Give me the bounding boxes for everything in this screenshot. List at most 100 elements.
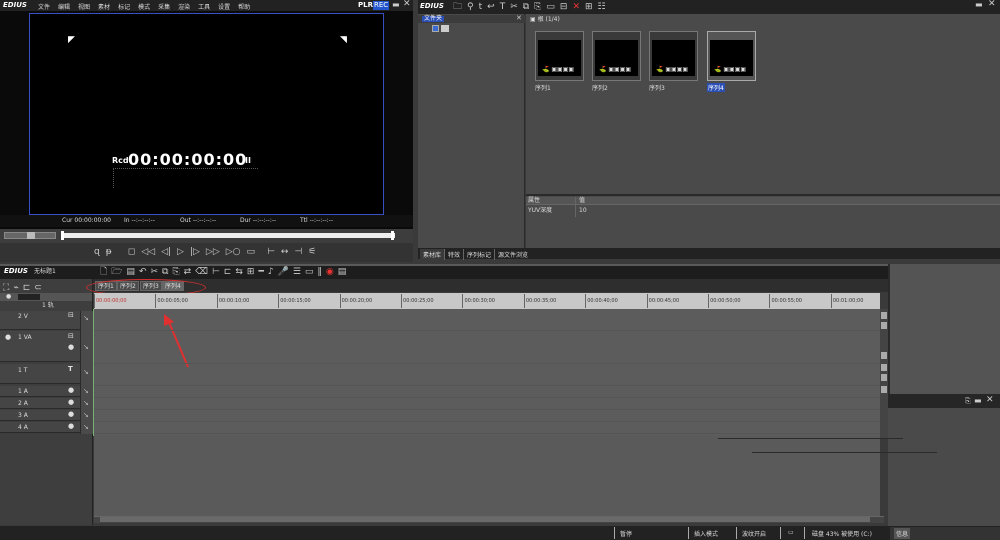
scroll-button-3[interactable] bbox=[881, 352, 887, 359]
rewind-icon[interactable]: ◁◁ bbox=[141, 246, 155, 258]
bin-minimize-icon[interactable]: ▬ bbox=[975, 1, 983, 9]
settings-dropdown-icon[interactable]: ⚟ bbox=[308, 246, 316, 258]
expand-arrow-3a[interactable]: ↘ bbox=[83, 412, 89, 419]
track-row-2a[interactable] bbox=[0, 398, 92, 409]
overwrite-icon[interactable]: ↔ bbox=[281, 246, 289, 258]
split-icon[interactable]: ⊢ bbox=[212, 266, 220, 278]
audio-icon[interactable]: ♪ bbox=[268, 266, 274, 278]
scrub-bar[interactable] bbox=[62, 233, 395, 238]
status-insert-mode[interactable]: 插入模式 bbox=[694, 529, 718, 538]
tab-effects[interactable]: 特效 bbox=[445, 249, 465, 260]
view-icon[interactable]: ☷ bbox=[598, 1, 606, 13]
scroll-button-4[interactable] bbox=[881, 364, 887, 371]
tab-sequence-markers[interactable]: 序列标记 bbox=[464, 249, 496, 260]
audio-3-speaker-icon[interactable]: ● bbox=[68, 411, 74, 418]
va-eye-left-icon[interactable]: ● bbox=[5, 334, 11, 341]
insert-to-timeline-icon[interactable]: ⊢ bbox=[267, 246, 275, 258]
scrub-handle[interactable] bbox=[61, 231, 64, 240]
clip-thumb-2[interactable]: ⛳ ▣▣▣▣ bbox=[592, 31, 641, 81]
scroll-button-6[interactable] bbox=[881, 386, 887, 393]
play-icon[interactable]: ▷ bbox=[177, 246, 184, 258]
track-row-3a[interactable] bbox=[0, 410, 92, 421]
step-forward-icon[interactable]: |▷ bbox=[190, 246, 200, 258]
expand-arrow-4a[interactable]: ↘ bbox=[83, 424, 89, 431]
folder-icon[interactable]: 🗀 bbox=[453, 1, 462, 13]
video-track-icon[interactable]: ⊟ bbox=[68, 312, 74, 319]
track-row-4a[interactable] bbox=[0, 422, 92, 433]
save-project-icon[interactable]: ▤ bbox=[126, 266, 135, 278]
va-track-icon[interactable]: ⊟ bbox=[68, 333, 74, 340]
clip-thumb-4[interactable]: ⛳ ▣▣▣▣ bbox=[707, 31, 756, 81]
copy-tl-icon[interactable]: ⧉ bbox=[162, 266, 168, 278]
title-track-icon[interactable]: T bbox=[68, 366, 73, 373]
audio-4-speaker-icon[interactable]: ● bbox=[68, 423, 74, 430]
output-icon[interactable]: ▭ bbox=[247, 246, 256, 258]
plr-mode-button[interactable]: PLR bbox=[358, 2, 373, 9]
menu-item[interactable]: 文件 bbox=[38, 2, 50, 11]
folder-tree-close-icon[interactable]: ✕ bbox=[516, 15, 522, 22]
cut-icon[interactable]: ✂ bbox=[510, 1, 518, 13]
track-row-2v[interactable] bbox=[0, 311, 92, 330]
expand-arrow-2v[interactable]: ↘ bbox=[83, 315, 89, 322]
mixer-icon[interactable]: ☰ bbox=[293, 266, 301, 278]
step-back-icon[interactable]: ◁| bbox=[161, 246, 171, 258]
cut-tl-icon[interactable]: ✂ bbox=[150, 266, 158, 278]
clip-thumb-3[interactable]: ⛳ ▣▣▣▣ bbox=[649, 31, 698, 81]
scroll-button-2[interactable] bbox=[881, 322, 887, 329]
menu-item[interactable]: 模式 bbox=[138, 2, 150, 11]
up-icon[interactable]: t bbox=[479, 1, 483, 13]
expand-arrow-1va[interactable]: ↘ bbox=[83, 344, 89, 351]
status-ripple[interactable]: 波纹开启 bbox=[742, 529, 766, 538]
menu-item[interactable]: 采集 bbox=[158, 2, 170, 11]
player-icon[interactable]: ▭ bbox=[546, 1, 555, 13]
set-out-icon[interactable]: ᵽ bbox=[106, 246, 112, 258]
track-row-1t[interactable] bbox=[0, 364, 92, 384]
audio-1-speaker-icon[interactable]: ● bbox=[68, 387, 74, 394]
mode-select[interactable] bbox=[18, 294, 40, 300]
shuttle-handle[interactable] bbox=[27, 232, 35, 239]
rec-mode-button[interactable]: REC bbox=[373, 1, 390, 10]
output-menu-icon[interactable]: ▤ bbox=[338, 266, 347, 278]
menu-item[interactable]: 工具 bbox=[198, 2, 210, 11]
fast-forward-icon[interactable]: ▷▷ bbox=[206, 246, 220, 258]
audio-2-speaker-icon[interactable]: ● bbox=[68, 399, 74, 406]
horizontal-scroll-thumb[interactable] bbox=[100, 517, 870, 522]
add-clip-icon[interactable]: ↩ bbox=[487, 1, 495, 13]
palette-minimize-icon[interactable]: ▬ bbox=[974, 397, 982, 405]
info-tab[interactable]: 信息 bbox=[894, 528, 911, 539]
undo-icon[interactable]: ↶ bbox=[139, 266, 147, 278]
menu-item[interactable]: 设置 bbox=[218, 2, 230, 11]
menu-item[interactable]: 标记 bbox=[118, 2, 130, 11]
close-icon[interactable]: ✕ bbox=[403, 0, 411, 9]
expand-arrow-2a[interactable]: ↘ bbox=[83, 400, 89, 407]
copy-icon[interactable]: ⧉ bbox=[523, 1, 529, 13]
mode-eye-icon[interactable]: ● bbox=[6, 294, 11, 300]
menu-item[interactable]: 帮助 bbox=[238, 2, 250, 11]
new-project-icon[interactable]: 🗋 bbox=[100, 266, 107, 278]
set-in-icon[interactable]: ɋ bbox=[94, 246, 100, 258]
mixer-sliders-icon[interactable]: ‖ bbox=[317, 266, 322, 278]
replace-icon[interactable]: ⇄ bbox=[184, 266, 192, 278]
va-eye-icon[interactable]: ● bbox=[68, 344, 74, 351]
folder-root-node[interactable] bbox=[432, 25, 439, 32]
open-project-icon[interactable]: 🗁 bbox=[111, 266, 122, 278]
tab-source-browser[interactable]: 源文件浏览 bbox=[495, 249, 531, 260]
scroll-button-1[interactable] bbox=[881, 312, 887, 319]
delete-icon[interactable]: ✕ bbox=[572, 1, 580, 13]
track-row-1a[interactable] bbox=[0, 386, 92, 397]
paste-icon[interactable]: ⎘ bbox=[534, 1, 541, 13]
menu-item[interactable]: 视图 bbox=[78, 2, 90, 11]
razor-icon[interactable]: ━ bbox=[258, 266, 263, 278]
folder-root-icon[interactable] bbox=[441, 25, 449, 32]
loop-icon[interactable]: ▷○ bbox=[226, 246, 241, 258]
minimize-icon[interactable]: ▬ bbox=[392, 1, 400, 9]
track-row-1va[interactable] bbox=[0, 331, 92, 362]
search-icon[interactable]: ⚲ bbox=[467, 1, 474, 13]
trim-icon[interactable]: ⊣ bbox=[294, 246, 302, 258]
menu-item[interactable]: 编辑 bbox=[58, 2, 70, 11]
palette-pin-icon[interactable]: ⎘ bbox=[965, 398, 971, 405]
export-icon[interactable]: ▭ bbox=[305, 266, 314, 278]
snap-icon[interactable]: ⊞ bbox=[247, 266, 255, 278]
title-icon[interactable]: T bbox=[500, 1, 506, 13]
delete-tl-icon[interactable]: ⌫ bbox=[195, 266, 208, 278]
